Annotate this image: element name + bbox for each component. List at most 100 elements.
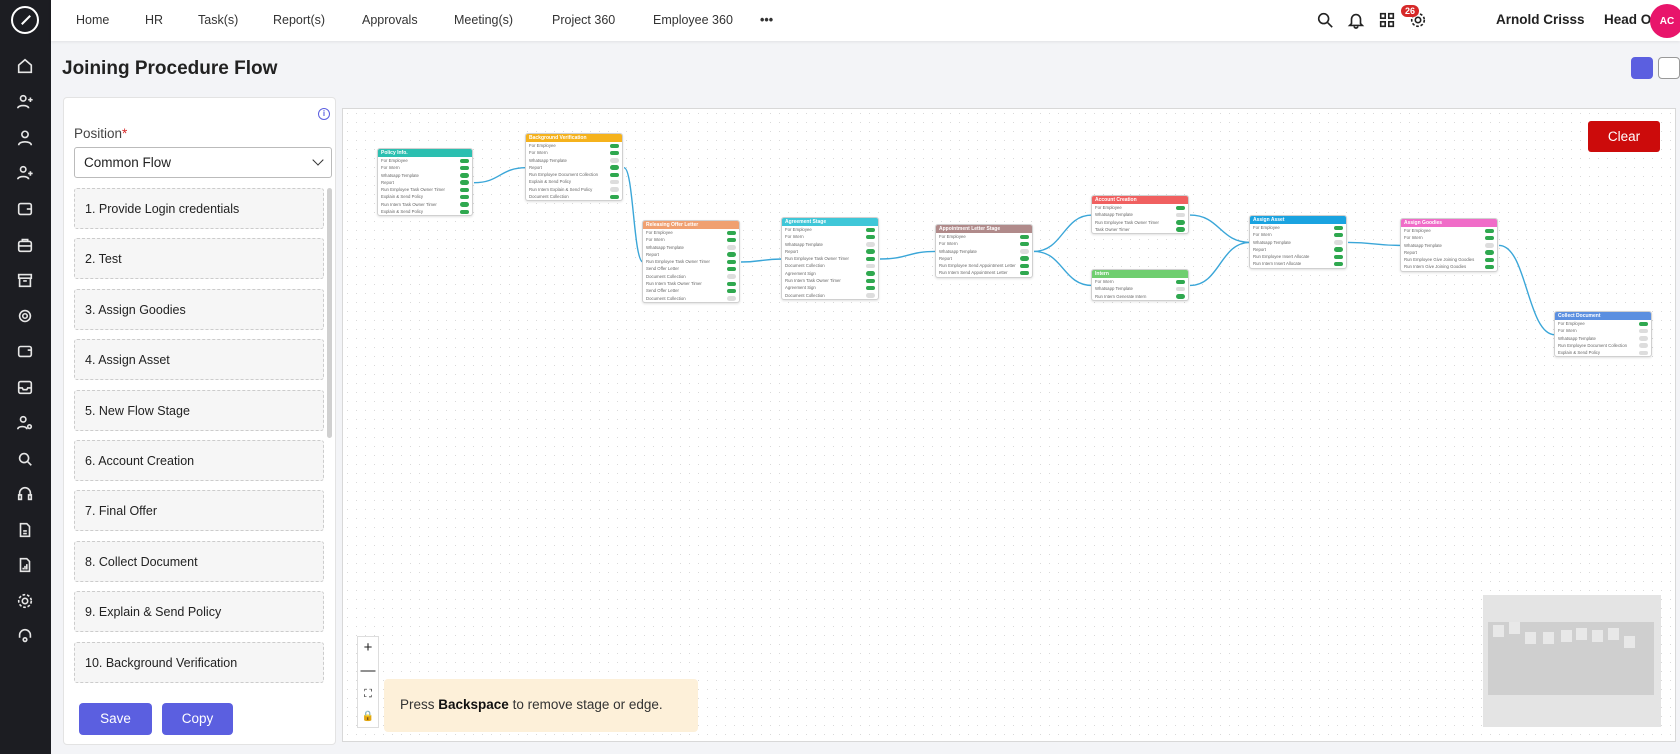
toggle-switch[interactable]: [1176, 279, 1185, 284]
flow-node-intern[interactable]: Intern For Intern Whatsapp Template Run Int…: [1091, 269, 1189, 301]
flow-canvas[interactable]: [342, 108, 1676, 742]
toggle-switch[interactable]: [866, 234, 875, 240]
toggle-switch[interactable]: [1639, 321, 1648, 326]
archive-icon[interactable]: [15, 270, 35, 290]
toggle-switch[interactable]: [1334, 232, 1343, 238]
toggle-switch[interactable]: [866, 285, 875, 291]
toggle-switch[interactable]: [1485, 250, 1494, 255]
toggle-switch[interactable]: [866, 263, 875, 269]
toggle-switch[interactable]: [610, 158, 619, 163]
toggle-switch[interactable]: [1485, 235, 1494, 241]
flow-view-toggle-icon[interactable]: [1631, 57, 1653, 79]
more-menu-icon[interactable]: •••: [760, 13, 773, 27]
flow-node-offer[interactable]: Releasing Offer Letter For Employee For In…: [642, 220, 740, 303]
inbox-icon[interactable]: [15, 377, 35, 397]
flow-node-policy[interactable]: Policy Info. For Employee For Intern Whatsa…: [377, 148, 473, 217]
minimap[interactable]: [1483, 595, 1661, 727]
toggle-switch[interactable]: [866, 249, 875, 254]
toggle-switch[interactable]: [1020, 241, 1029, 247]
toggle-switch[interactable]: [866, 256, 875, 262]
flow-edge[interactable]: [740, 258, 783, 263]
flow-edge[interactable]: [1189, 214, 1251, 244]
toggle-switch[interactable]: [866, 271, 875, 276]
headset-icon[interactable]: [15, 484, 35, 504]
flow-edge[interactable]: [1189, 241, 1251, 287]
toggle-switch[interactable]: [460, 180, 469, 185]
toggle-switch[interactable]: [1176, 227, 1185, 232]
flow-node-goodies[interactable]: Assign Goodies For Employee For Intern What…: [1400, 218, 1498, 272]
wallet-icon[interactable]: [15, 199, 35, 219]
user-plus-icon[interactable]: [15, 163, 35, 183]
toggle-switch[interactable]: [1639, 336, 1648, 341]
toggle-switch[interactable]: [1334, 247, 1343, 252]
toggle-switch[interactable]: [1020, 263, 1029, 269]
toggle-switch[interactable]: [727, 266, 736, 272]
nav-home[interactable]: Home: [76, 13, 109, 27]
toggle-switch[interactable]: [1639, 343, 1648, 348]
document-icon[interactable]: [15, 520, 35, 540]
toggle-switch[interactable]: [1334, 240, 1343, 245]
help-desk-icon[interactable]: [15, 626, 35, 646]
toggle-switch[interactable]: [727, 281, 736, 287]
app-logo-icon[interactable]: [11, 6, 39, 34]
toggle-switch[interactable]: [460, 209, 469, 215]
toggle-switch[interactable]: [610, 165, 619, 170]
toggle-switch[interactable]: [1176, 205, 1185, 210]
toggle-switch[interactable]: [610, 194, 619, 200]
user-name[interactable]: Arnold Crisss: [1496, 12, 1585, 27]
flow-edge[interactable]: [1347, 241, 1402, 247]
toggle-switch[interactable]: [866, 242, 875, 247]
toggle-switch[interactable]: [610, 179, 619, 185]
user-icon[interactable]: [15, 128, 35, 148]
toggle-switch[interactable]: [1020, 249, 1029, 254]
stage-list-scrollbar[interactable]: [327, 188, 332, 438]
toggle-switch[interactable]: [1176, 294, 1185, 299]
toggle-switch[interactable]: [727, 245, 736, 250]
toggle-switch[interactable]: [610, 187, 619, 192]
card-icon[interactable]: [15, 341, 35, 361]
toggle-switch[interactable]: [460, 158, 469, 163]
toggle-switch[interactable]: [1176, 220, 1185, 225]
stage-item[interactable]: 1. Provide Login credentials: [74, 188, 324, 229]
flow-node-asset[interactable]: Assign Asset For Employee For Intern Whatsa…: [1249, 215, 1347, 269]
lock-icon[interactable]: 🔒: [358, 706, 378, 729]
toggle-switch[interactable]: [1485, 228, 1494, 233]
toggle-switch[interactable]: [460, 173, 469, 178]
flow-edge[interactable]: [473, 167, 527, 184]
avatar[interactable]: AC: [1650, 4, 1680, 38]
toggle-switch[interactable]: [727, 259, 736, 265]
flow-edge[interactable]: [1033, 250, 1093, 287]
stage-item[interactable]: 8. Collect Document: [74, 540, 324, 582]
toggle-switch[interactable]: [727, 296, 736, 301]
flow-node-collect[interactable]: Collect Document For Employee For Intern Wh…: [1554, 311, 1652, 358]
home-icon[interactable]: [15, 56, 35, 76]
stage-item[interactable]: 7. Final Offer: [74, 490, 324, 532]
copy-button[interactable]: Copy: [162, 703, 233, 735]
clear-button[interactable]: Clear: [1588, 121, 1660, 152]
toggle-switch[interactable]: [727, 274, 736, 279]
toggle-switch[interactable]: [1020, 234, 1029, 239]
toggle-switch[interactable]: [1485, 264, 1494, 270]
toggle-switch[interactable]: [727, 252, 736, 257]
user-settings-icon[interactable]: [15, 413, 35, 433]
nav-employee-360[interactable]: Employee 360: [653, 13, 733, 27]
search-icon[interactable]: [1316, 11, 1336, 31]
toggle-switch[interactable]: [1176, 286, 1185, 292]
toggle-switch[interactable]: [1334, 225, 1343, 230]
flow-edge[interactable]: [1498, 244, 1556, 336]
toggle-switch[interactable]: [610, 150, 619, 156]
toggle-switch[interactable]: [1639, 328, 1648, 334]
toggle-switch[interactable]: [1639, 350, 1648, 356]
flow-node-agreement[interactable]: Agreement Stage For Employee For Intern Wha…: [781, 217, 879, 300]
toggle-switch[interactable]: [1334, 254, 1343, 260]
add-user-icon[interactable]: [15, 92, 35, 112]
fit-view-icon[interactable]: ⛶: [358, 683, 378, 706]
bell-icon[interactable]: [1347, 11, 1367, 31]
flow-edge[interactable]: [623, 167, 644, 263]
search-check-icon[interactable]: [15, 449, 35, 469]
stage-item[interactable]: 5. New Flow Stage: [74, 389, 324, 431]
stage-item[interactable]: 4. Assign Asset: [74, 339, 324, 381]
toggle-switch[interactable]: [866, 293, 875, 298]
zoom-out-button[interactable]: —: [358, 660, 378, 683]
support-icon[interactable]: [15, 306, 35, 326]
